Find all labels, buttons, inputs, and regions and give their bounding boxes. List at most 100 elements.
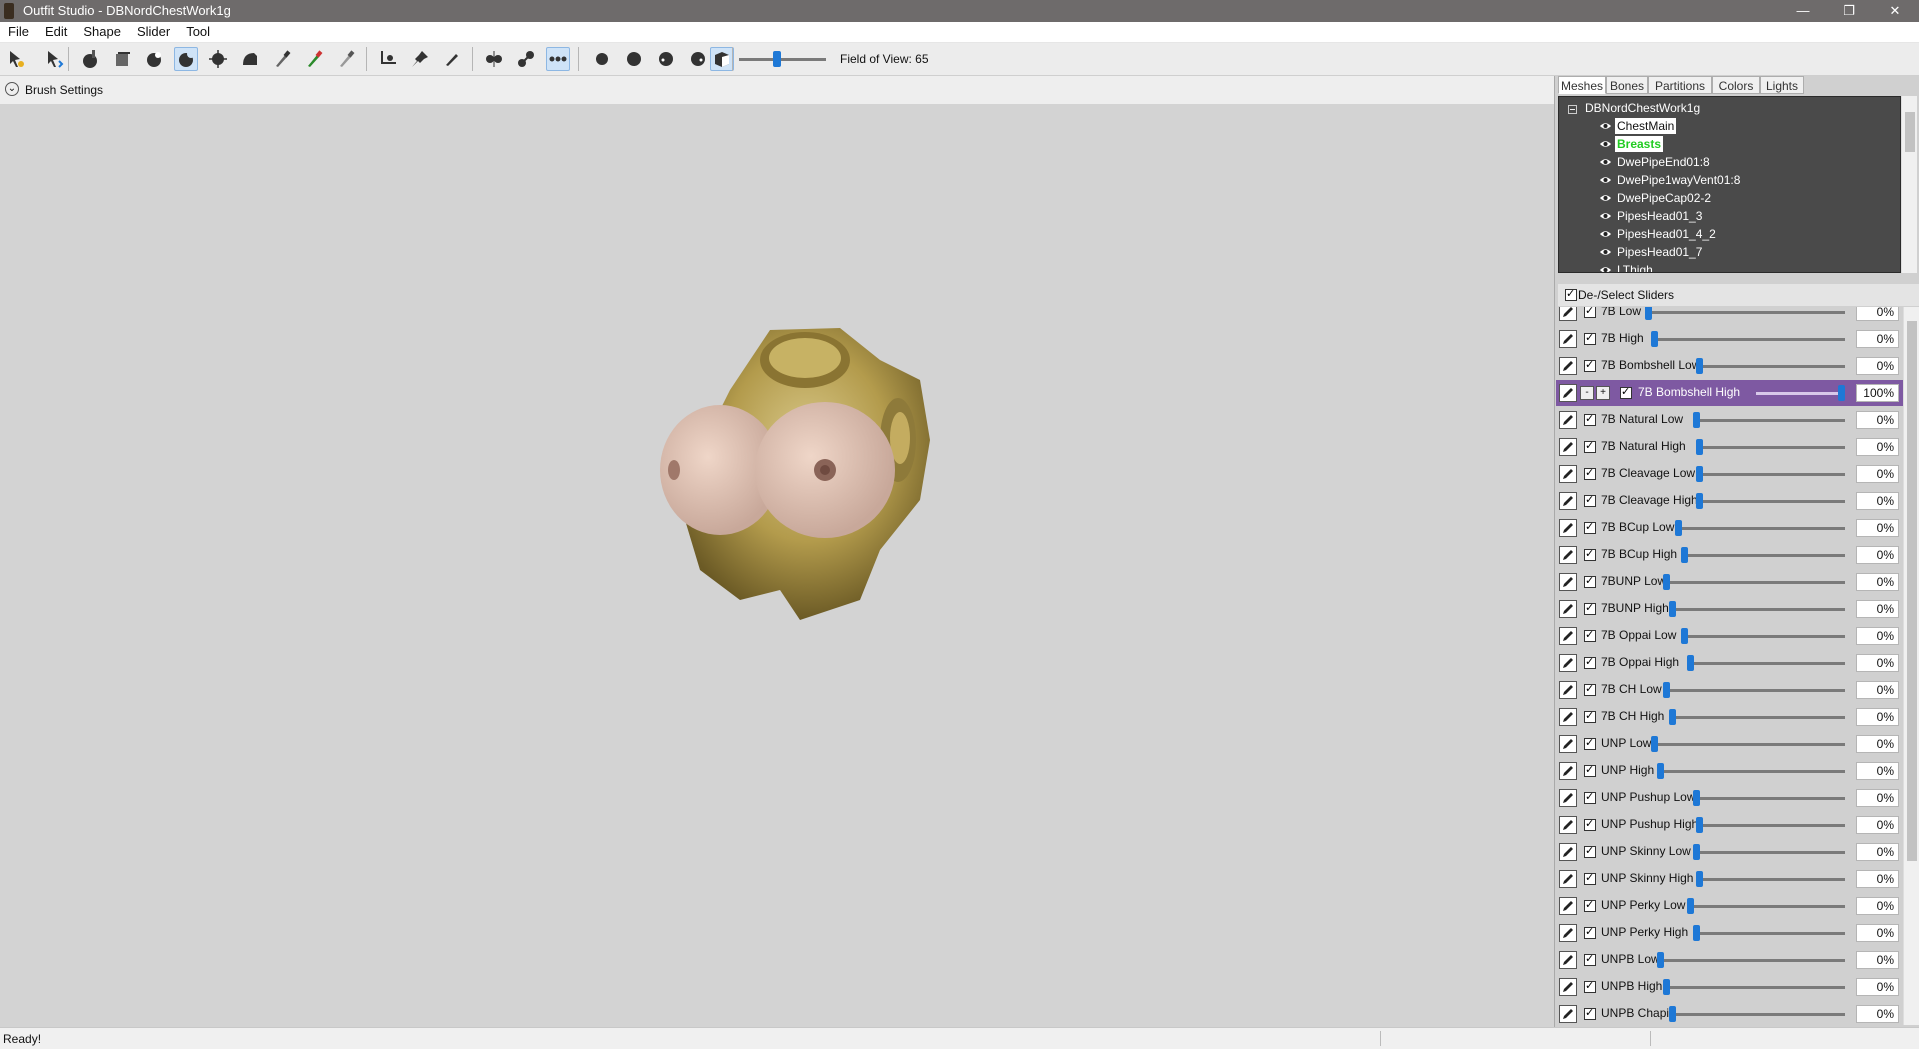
slider-checkbox[interactable]: [1584, 763, 1596, 777]
slider-thumb[interactable]: [1838, 385, 1845, 401]
slider-checkbox[interactable]: [1584, 493, 1596, 507]
slider-edit-icon[interactable]: [1559, 573, 1577, 591]
slider-value-field[interactable]: 0%: [1856, 897, 1899, 915]
slider-row[interactable]: UNPB High 0%: [1556, 974, 1903, 1000]
slider-track[interactable]: [1681, 554, 1845, 557]
slider-value-field[interactable]: 0%: [1856, 600, 1899, 618]
slider-track[interactable]: [1675, 527, 1845, 530]
slider-value-field[interactable]: 0%: [1856, 762, 1899, 780]
slider-row[interactable]: UNP High 0%: [1556, 758, 1903, 784]
slider-row[interactable]: UNP Low 0%: [1556, 731, 1903, 757]
slider-row[interactable]: 7B Cleavage High 0%: [1556, 488, 1903, 514]
slider-row[interactable]: UNPB Chapi 0%: [1556, 1001, 1903, 1025]
slider-row[interactable]: 7B High 0%: [1556, 326, 1903, 352]
slider-checkbox[interactable]: [1584, 520, 1596, 534]
slider-checkbox[interactable]: [1584, 952, 1596, 966]
slider-track[interactable]: [1696, 824, 1845, 827]
slider-thumb[interactable]: [1651, 736, 1658, 752]
transform-tool-icon[interactable]: [42, 47, 66, 71]
slider-checkbox[interactable]: [1584, 655, 1596, 669]
mask-selection-icon[interactable]: [110, 47, 134, 71]
slider-checkbox[interactable]: [1584, 709, 1596, 723]
slider-checkbox[interactable]: [1584, 817, 1596, 831]
slider-edit-icon[interactable]: [1559, 816, 1577, 834]
slider-edit-icon[interactable]: [1559, 897, 1577, 915]
slider-checkbox[interactable]: [1584, 307, 1596, 318]
view-front-icon[interactable]: [590, 47, 614, 71]
slider-minus-button[interactable]: -: [1580, 386, 1594, 400]
slider-value-field[interactable]: 0%: [1856, 735, 1899, 753]
slider-thumb[interactable]: [1693, 412, 1700, 428]
slider-track[interactable]: [1693, 419, 1845, 422]
slider-row[interactable]: 7B Bombshell Low 0%: [1556, 353, 1903, 379]
slider-row[interactable]: UNP Pushup High 0%: [1556, 812, 1903, 838]
slider-value-field[interactable]: 0%: [1856, 465, 1899, 483]
mirror-x-icon[interactable]: [482, 47, 506, 71]
slider-row[interactable]: 7BUNP Low 0%: [1556, 569, 1903, 595]
slider-edit-icon[interactable]: [1559, 843, 1577, 861]
slider-edit-icon[interactable]: [1559, 924, 1577, 942]
smooth-brush-icon[interactable]: [238, 47, 262, 71]
slider-thumb[interactable]: [1687, 898, 1694, 914]
tree-root[interactable]: DBNordChestWork1g: [1585, 101, 1700, 115]
view-left-icon[interactable]: [654, 47, 678, 71]
slider-value-field[interactable]: 0%: [1856, 654, 1899, 672]
slider-track[interactable]: [1663, 581, 1845, 584]
slider-track[interactable]: [1651, 743, 1845, 746]
eye-icon[interactable]: [1599, 174, 1612, 186]
slider-edit-icon[interactable]: [1559, 762, 1577, 780]
slider-thumb[interactable]: [1693, 925, 1700, 941]
slider-row[interactable]: 7B CH Low 0%: [1556, 677, 1903, 703]
slider-row[interactable]: -+7B Bombshell High 100%: [1556, 380, 1903, 406]
slider-checkbox[interactable]: [1584, 574, 1596, 588]
x-mirror-brush-icon[interactable]: [546, 47, 570, 71]
slider-value-field[interactable]: 0%: [1856, 492, 1899, 510]
slider-thumb[interactable]: [1663, 682, 1670, 698]
slider-thumb[interactable]: [1663, 574, 1670, 590]
view-back-icon[interactable]: [622, 47, 646, 71]
slider-checkbox[interactable]: [1584, 898, 1596, 912]
slider-row[interactable]: UNP Skinny Low 0%: [1556, 839, 1903, 865]
slider-edit-icon[interactable]: [1559, 307, 1577, 321]
slider-edit-icon[interactable]: [1559, 1005, 1577, 1023]
slider-edit-icon[interactable]: [1559, 681, 1577, 699]
slider-value-field[interactable]: 0%: [1856, 546, 1899, 564]
slider-track[interactable]: [1663, 986, 1845, 989]
tab-partitions[interactable]: Partitions: [1648, 76, 1712, 94]
slider-value-field[interactable]: 0%: [1856, 573, 1899, 591]
eye-icon[interactable]: [1599, 264, 1612, 273]
slider-edit-icon[interactable]: [1559, 411, 1577, 429]
fov-slider-track[interactable]: [739, 58, 826, 61]
perspective-toggle-icon[interactable]: [710, 47, 734, 71]
slider-edit-icon[interactable]: [1559, 384, 1577, 402]
slider-value-field[interactable]: 0%: [1856, 978, 1899, 996]
slider-row[interactable]: 7BUNP High 0%: [1556, 596, 1903, 622]
slider-checkbox[interactable]: [1620, 385, 1632, 399]
mesh-model-render[interactable]: [640, 320, 940, 640]
slider-row[interactable]: 7B Oppai High 0%: [1556, 650, 1903, 676]
slider-checkbox[interactable]: [1584, 682, 1596, 696]
mesh-tree[interactable]: DBNordChestWork1g ChestMain Breasts DwePip…: [1558, 96, 1901, 273]
slider-thumb[interactable]: [1687, 655, 1694, 671]
tab-lights[interactable]: Lights: [1760, 76, 1804, 94]
collision-icon[interactable]: [376, 47, 400, 71]
slider-track[interactable]: [1657, 959, 1845, 962]
chevron-down-icon[interactable]: ⌄: [5, 82, 19, 96]
slider-thumb[interactable]: [1663, 979, 1670, 995]
slider-row[interactable]: 7B Oppai Low 0%: [1556, 623, 1903, 649]
slider-thumb[interactable]: [1657, 952, 1664, 968]
slider-thumb[interactable]: [1669, 601, 1676, 617]
slider-edit-icon[interactable]: [1559, 870, 1577, 888]
slider-thumb[interactable]: [1693, 844, 1700, 860]
slider-row[interactable]: UNPB Low 0%: [1556, 947, 1903, 973]
slider-thumb[interactable]: [1693, 790, 1700, 806]
mask-brush-icon[interactable]: [78, 47, 102, 71]
slider-edit-icon[interactable]: [1559, 519, 1577, 537]
slider-row[interactable]: 7B Low 0%: [1556, 307, 1903, 325]
tab-bones[interactable]: Bones: [1606, 76, 1648, 94]
tree-scrollbar[interactable]: [1901, 96, 1917, 273]
slider-edit-icon[interactable]: [1559, 465, 1577, 483]
slider-edit-icon[interactable]: [1559, 330, 1577, 348]
slider-track[interactable]: [1756, 392, 1845, 395]
slider-track[interactable]: [1696, 446, 1845, 449]
